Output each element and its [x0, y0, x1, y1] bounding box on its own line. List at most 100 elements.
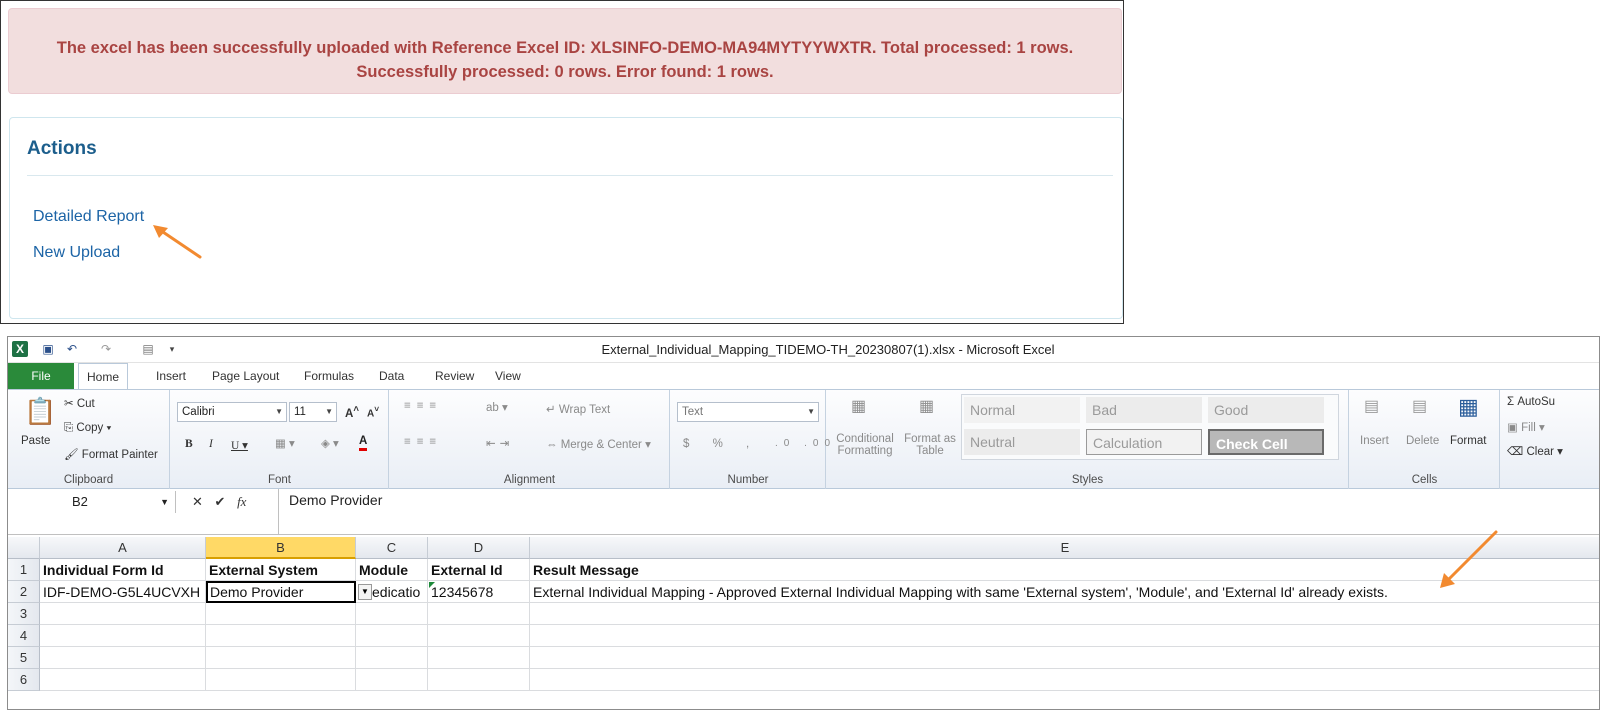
row-header-2[interactable]: 2	[8, 581, 40, 603]
tab-review[interactable]: Review	[427, 363, 482, 389]
insert-function-icon[interactable]: fx	[237, 494, 246, 509]
row-header-4[interactable]: 4	[8, 625, 40, 647]
fill-color-button[interactable]: ◈ ▾	[321, 436, 339, 450]
cell-b6[interactable]	[206, 669, 356, 691]
cell-b4[interactable]	[206, 625, 356, 647]
vertical-align-buttons[interactable]: ≡≡≡	[404, 400, 442, 412]
style-check-cell[interactable]: Check Cell	[1208, 429, 1324, 455]
tab-data[interactable]: Data	[371, 363, 412, 389]
excel-window: X ▣ ↶ ↷ ▤ ▾ External_Individual_Mapping_…	[7, 336, 1600, 710]
cell-c2[interactable]: edicatio	[356, 581, 428, 603]
cell-c1[interactable]: Module	[356, 559, 428, 581]
format-cells-button[interactable]: Format	[1450, 435, 1486, 447]
conditional-formatting-button[interactable]: Conditional Formatting	[833, 433, 897, 457]
cell-e5[interactable]	[530, 647, 1599, 669]
brush-icon: 🖌	[64, 449, 82, 461]
underline-button[interactable]: U ▾	[231, 438, 248, 452]
bold-button[interactable]: B	[185, 438, 193, 450]
orientation-button[interactable]: ab ▾	[486, 400, 508, 414]
cell-d2[interactable]: 12345678	[428, 581, 530, 603]
detailed-report-link[interactable]: Detailed Report	[33, 208, 144, 226]
delete-cells-button[interactable]: Delete	[1406, 435, 1439, 447]
formula-input[interactable]: Demo Provider	[278, 489, 1598, 535]
cell-c6[interactable]	[356, 669, 428, 691]
column-header-c[interactable]: C	[356, 537, 428, 559]
cell-d6[interactable]	[428, 669, 530, 691]
clipboard-label: Clipboard	[63, 474, 114, 486]
cell-e4[interactable]	[530, 625, 1599, 647]
name-box[interactable]: B2 ▼	[8, 491, 176, 513]
style-bad[interactable]: Bad	[1086, 397, 1202, 423]
cell-a1[interactable]: Individual Form Id	[40, 559, 206, 581]
indent-buttons[interactable]: ⇤⇥	[486, 436, 513, 450]
cell-d4[interactable]	[428, 625, 530, 647]
number-format-select[interactable]: Text ▼	[677, 402, 819, 422]
insert-cells-button[interactable]: Insert	[1360, 435, 1389, 447]
format-painter-button[interactable]: 🖌 Format Painter	[64, 447, 158, 461]
cell-a2[interactable]: IDF-DEMO-G5L4UCVXH	[40, 581, 206, 603]
style-good[interactable]: Good	[1208, 397, 1324, 423]
new-upload-link[interactable]: New Upload	[33, 244, 120, 262]
cell-a3[interactable]	[40, 603, 206, 625]
column-header-b[interactable]: B	[206, 537, 356, 559]
grow-font-button[interactable]: A˄	[345, 404, 359, 420]
style-neutral[interactable]: Neutral	[964, 429, 1080, 455]
paste-icon[interactable]: 📋	[24, 396, 56, 427]
horizontal-align-buttons[interactable]: ≡≡≡	[404, 436, 442, 448]
cell-b1[interactable]: External System	[206, 559, 356, 581]
row-header-1[interactable]: 1	[8, 559, 40, 581]
cell-c5[interactable]	[356, 647, 428, 669]
autosum-button[interactable]: Σ AutoSu	[1507, 396, 1555, 408]
cell-c3[interactable]	[356, 603, 428, 625]
cell-b2[interactable]: Demo Provider	[206, 581, 356, 603]
style-calculation[interactable]: Calculation	[1086, 429, 1202, 455]
wrap-text-button[interactable]: ↵ Wrap Text	[546, 402, 610, 416]
cell-e6[interactable]	[530, 669, 1599, 691]
title-bar: X ▣ ↶ ↷ ▤ ▾ External_Individual_Mapping_…	[8, 337, 1599, 363]
clear-button[interactable]: ⌫ Clear ▾	[1507, 444, 1563, 458]
tab-page-layout[interactable]: Page Layout	[204, 363, 287, 389]
cut-button[interactable]: ✂ Cut	[64, 396, 95, 410]
fill-button[interactable]: ▣ Fill ▾	[1507, 420, 1545, 434]
enter-icon[interactable]: ✔	[215, 494, 226, 509]
format-as-table-button[interactable]: Format as Table	[899, 433, 961, 457]
cell-d3[interactable]	[428, 603, 530, 625]
font-label: Font	[267, 474, 291, 486]
sigma-icon: Σ	[1507, 396, 1518, 408]
cell-a5[interactable]	[40, 647, 206, 669]
column-header-a[interactable]: A	[40, 537, 206, 559]
borders-button[interactable]: ▦ ▾	[275, 436, 295, 450]
font-color-button[interactable]: A	[359, 434, 368, 451]
cancel-icon[interactable]: ✕	[192, 494, 203, 509]
ribbon: 📋 Paste ✂ Cut ⎘ Copy ▾ 🖌 Format Painter …	[8, 389, 1599, 489]
row-header-5[interactable]: 5	[8, 647, 40, 669]
font-name-select[interactable]: Calibri ▼	[177, 402, 287, 422]
italic-button[interactable]: I	[209, 438, 213, 450]
cell-c4[interactable]	[356, 625, 428, 647]
column-header-d[interactable]: D	[428, 537, 530, 559]
cells-group: ▤ Insert ▤ Delete ▦ Format Cells	[1350, 390, 1500, 489]
paste-button[interactable]: Paste	[21, 435, 50, 447]
row-header-3[interactable]: 3	[8, 603, 40, 625]
copy-button[interactable]: ⎘ Copy ▾	[64, 422, 111, 435]
cell-a6[interactable]	[40, 669, 206, 691]
font-size-select[interactable]: 11 ▼	[289, 402, 337, 422]
style-normal[interactable]: Normal	[964, 397, 1080, 423]
tab-view[interactable]: View	[487, 363, 529, 389]
cell-e3[interactable]	[530, 603, 1599, 625]
tab-formulas[interactable]: Formulas	[296, 363, 362, 389]
cell-d5[interactable]	[428, 647, 530, 669]
cell-b3[interactable]	[206, 603, 356, 625]
row-header-6[interactable]: 6	[8, 669, 40, 691]
select-all-corner[interactable]	[8, 537, 40, 559]
cell-d1[interactable]: External Id	[428, 559, 530, 581]
tab-insert[interactable]: Insert	[148, 363, 194, 389]
cell-b5[interactable]	[206, 647, 356, 669]
shrink-font-button[interactable]: A˅	[367, 404, 379, 419]
cell-a4[interactable]	[40, 625, 206, 647]
merge-center-button[interactable]: ⇔ Merge & Center ▾	[546, 437, 651, 451]
tab-file[interactable]: File	[8, 363, 74, 389]
tab-home[interactable]: Home	[78, 363, 129, 389]
number-format-buttons[interactable]: $ % ,	[683, 438, 759, 450]
alert-line-2: Successfully processed: 0 rows. Error fo…	[356, 63, 774, 81]
